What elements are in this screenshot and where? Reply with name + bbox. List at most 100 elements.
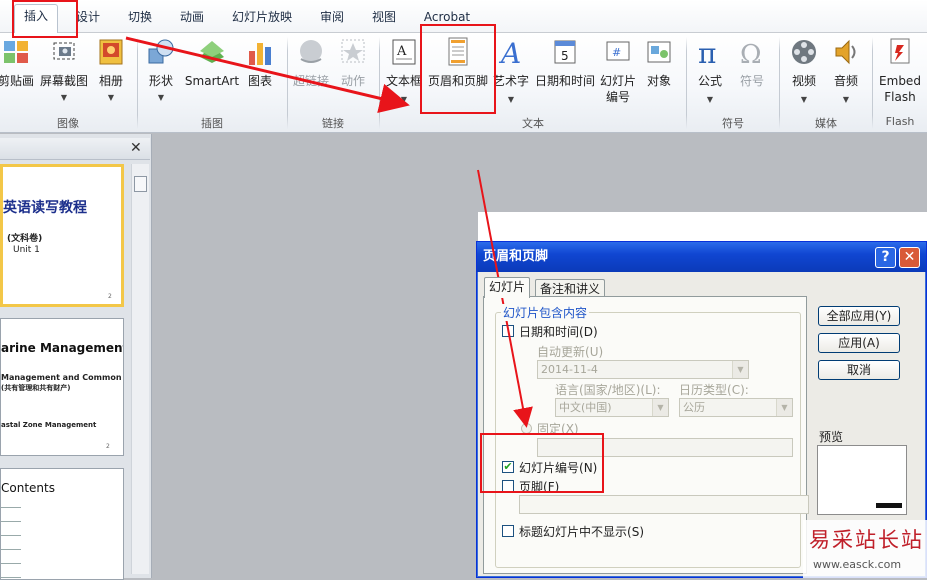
shapes-button[interactable]: 形状 ▼ <box>142 35 180 115</box>
close-button[interactable]: ✕ <box>899 247 920 268</box>
omega-icon: Ω <box>740 40 762 67</box>
calendar-type-label: 日历类型(C): <box>679 383 749 397</box>
wordart-button[interactable]: A 艺术字 ▼ <box>492 35 530 115</box>
chevron-down-icon: ▼ <box>157 93 165 102</box>
thumbnail-content-lines <box>1 501 21 579</box>
svg-text:A: A <box>396 44 407 59</box>
help-button[interactable]: ? <box>875 247 896 268</box>
calendar-icon: 5 <box>554 40 576 64</box>
tab-slide[interactable]: 幻灯片 <box>484 277 531 298</box>
language-select[interactable]: 中文(中国) ▼ <box>555 398 669 417</box>
thumbnail-text: Unit 1 <box>13 245 40 255</box>
tab-view[interactable]: 视图 <box>364 6 404 32</box>
thumbnail-subtitle: (文科卷) <box>7 234 43 244</box>
annotation-box-insert-tab <box>12 0 78 38</box>
group-label-links: 链接 <box>322 117 344 130</box>
chevron-down-icon: ▼ <box>507 95 515 104</box>
chevron-down-icon: ▼ <box>60 93 68 102</box>
smartart-icon <box>200 41 224 63</box>
cancel-button[interactable]: 取消 <box>818 360 900 380</box>
flash-doc-icon <box>890 38 910 64</box>
action-button[interactable]: 动作 <box>334 35 372 115</box>
tab-transitions[interactable]: 切换 <box>120 6 160 32</box>
screenshot-icon <box>53 42 75 60</box>
equation-button[interactable]: π 公式 ▼ <box>690 35 730 115</box>
clipart-icon <box>4 41 28 63</box>
apply-button[interactable]: 应用(A) <box>818 333 900 353</box>
dialog-titlebar: 页眉和页脚 ? ✕ <box>477 242 926 272</box>
tab-animations[interactable]: 动画 <box>172 6 212 32</box>
watermark-url: www.easck.com <box>813 558 902 571</box>
shapes-icon <box>148 39 174 64</box>
svg-text:5: 5 <box>561 49 569 63</box>
svg-text:#: # <box>612 46 621 59</box>
preview-label: 预览 <box>819 430 844 444</box>
date-time-checkbox[interactable] <box>502 325 514 337</box>
action-star-icon <box>341 39 365 63</box>
chevron-down-icon: ▼ <box>706 95 714 104</box>
hyperlink-button[interactable]: 超链接 <box>290 35 332 115</box>
thumbnail-text: astal Zone Management <box>1 421 97 429</box>
object-button[interactable]: 对象 <box>640 35 678 115</box>
slide-number-button[interactable]: # 幻灯片 编号 <box>598 35 638 115</box>
language-label: 语言(国家/地区)(L): <box>555 383 661 397</box>
clipart-button[interactable]: 剪贴画 <box>0 35 38 115</box>
audio-button[interactable]: 音频 ▼ <box>826 35 866 115</box>
slide-thumbnail-1[interactable]: 英语读写教程 (文科卷) Unit 1 2 <box>0 164 124 307</box>
date-time-button[interactable]: 5 日期和时间 <box>532 35 598 115</box>
thumbnail-title: Contents <box>1 481 55 495</box>
object-icon <box>647 41 671 63</box>
slide-thumbnail-3[interactable]: Contents <box>0 468 124 580</box>
slide-thumbnail-2[interactable]: arine Management Management and Common (… <box>0 318 124 456</box>
thumbnail-text: Management and Common <box>1 373 122 382</box>
footer-text-input[interactable] <box>519 495 809 514</box>
close-icon[interactable]: ✕ <box>130 140 142 156</box>
scrollbar-thumb[interactable] <box>134 176 147 192</box>
speaker-icon <box>835 39 856 65</box>
tab-slideshow[interactable]: 幻灯片放映 <box>226 6 298 32</box>
group-label-text: 文本 <box>522 117 544 130</box>
group-label-flash: Flash <box>885 115 915 128</box>
auto-update-label: 自动更新(U) <box>537 345 604 359</box>
svg-text:π: π <box>698 37 716 67</box>
calendar-type-select[interactable]: 公历 ▼ <box>679 398 793 417</box>
group-label-symbols: 符号 <box>722 117 744 130</box>
apply-all-button[interactable]: 全部应用(Y) <box>818 306 900 326</box>
chevron-down-icon: ▼ <box>800 95 808 104</box>
preview-pane <box>817 445 907 515</box>
chevron-down-icon: ▼ <box>842 95 850 104</box>
date-format-select[interactable]: 2014-11-4 ▼ <box>537 360 749 379</box>
chevron-down-icon: ▼ <box>400 95 408 104</box>
dialog-title: 页眉和页脚 <box>483 249 549 264</box>
tab-review[interactable]: 审阅 <box>312 6 352 32</box>
chevron-down-icon: ▼ <box>776 399 792 416</box>
annotation-box-header-footer <box>420 24 496 114</box>
group-title: 幻灯片包含内容 <box>501 304 590 321</box>
preview-slide-number-marker <box>876 503 902 508</box>
slide-thumbnail-panel: ✕ 英语读写教程 (文科卷) Unit 1 2 arine Management… <box>0 134 152 580</box>
photo-album-icon <box>99 39 123 65</box>
screenshot-button[interactable]: 屏幕截图 ▼ <box>38 35 90 115</box>
svg-text:Ω: Ω <box>740 40 762 67</box>
embed-flash-button[interactable]: Embed Flash <box>874 35 926 115</box>
textbox-icon: A <box>392 39 416 65</box>
film-reel-icon <box>792 40 816 64</box>
thumbnail-page-number: 2 <box>106 443 110 450</box>
chart-button[interactable]: 图表 <box>242 35 278 115</box>
hyperlink-globe-icon <box>300 40 322 63</box>
smartart-button[interactable]: SmartArt <box>183 35 241 115</box>
video-button[interactable]: 视频 ▼ <box>784 35 824 115</box>
symbol-button[interactable]: Ω 符号 <box>732 35 772 115</box>
group-label-images: 图像 <box>57 117 79 130</box>
group-separator <box>686 37 687 129</box>
slide-number-icon: # <box>606 41 630 61</box>
annotation-box-checkboxes <box>480 433 604 493</box>
date-time-label: 日期和时间(D) <box>519 325 598 339</box>
thumbnail-page-number: 2 <box>108 293 112 300</box>
panel-header: ✕ <box>0 138 150 160</box>
bar-chart-icon <box>249 43 271 65</box>
photo-album-button[interactable]: 相册 ▼ <box>92 35 130 115</box>
vertical-scrollbar[interactable] <box>131 164 149 574</box>
svg-text:A: A <box>498 37 521 67</box>
hide-on-title-slide-checkbox[interactable] <box>502 525 514 537</box>
